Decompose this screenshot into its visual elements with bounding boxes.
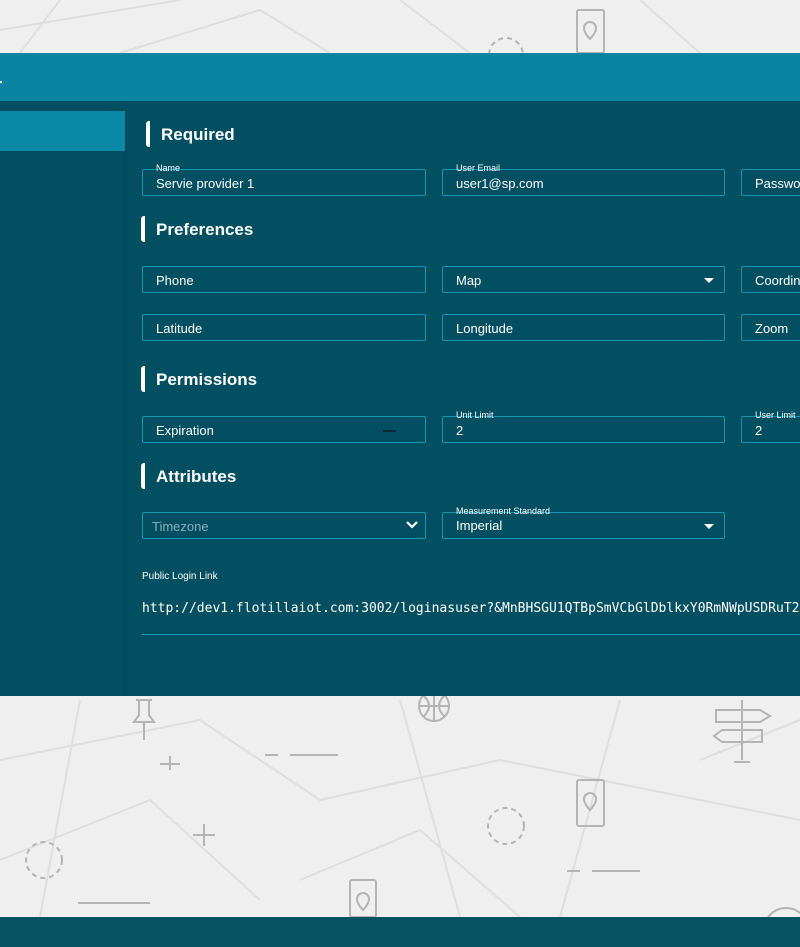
section-marker: [146, 121, 150, 147]
timezone-select[interactable]: Timezone: [142, 512, 426, 539]
dropdown-caret-icon: [704, 278, 714, 283]
name-field[interactable]: Servie provider 1: [142, 169, 426, 196]
expiration-placeholder: Expiration: [156, 423, 214, 438]
public-login-link[interactable]: http://dev1.flotillaiot.com:3002/loginas…: [142, 601, 799, 616]
longitude-placeholder: Longitude: [456, 321, 514, 336]
unit-limit-field[interactable]: 2: [442, 416, 725, 443]
form-content: Required Servie provider 1 Name user1@sp…: [126, 101, 800, 696]
app-header-bar: [0, 53, 800, 101]
zoom-placeholder: Zoom: [755, 321, 789, 336]
footer-bar: [0, 917, 800, 947]
password-field[interactable]: Passwor: [741, 169, 800, 196]
map-select[interactable]: Map: [442, 266, 725, 293]
phone-placeholder: Phone: [156, 273, 194, 288]
section-title: Attributes: [156, 467, 237, 486]
sidebar: [0, 101, 126, 696]
edit-provider-panel: Required Servie provider 1 Name user1@sp…: [0, 101, 800, 696]
user-limit-label: User Limit: [755, 410, 796, 420]
public-login-link-label: Public Login Link: [142, 571, 218, 582]
user-email-field[interactable]: user1@sp.com: [442, 169, 725, 196]
name-value: Servie provider 1: [156, 176, 255, 191]
user-email-value: user1@sp.com: [456, 176, 544, 191]
header-mark: [0, 81, 2, 83]
dropdown-caret-icon: [704, 524, 714, 529]
measurement-standard-select[interactable]: Imperial: [442, 512, 725, 539]
user-limit-field[interactable]: 2: [741, 416, 800, 443]
section-title: Required: [161, 125, 235, 144]
expiration-field[interactable]: Expiration: [142, 416, 426, 443]
unit-limit-label: Unit Limit: [456, 410, 494, 420]
measurement-standard-value: Imperial: [456, 518, 503, 533]
map-placeholder: Map: [456, 273, 482, 288]
unit-limit-value: 2: [456, 423, 464, 438]
coordinates-field[interactable]: Coordina: [741, 266, 800, 293]
user-email-label: User Email: [456, 163, 501, 173]
zoom-field[interactable]: Zoom: [741, 314, 800, 341]
latitude-field[interactable]: Latitude: [142, 314, 426, 341]
signpost-icon: [712, 700, 772, 763]
coordinates-placeholder: Coordina: [755, 273, 800, 288]
section-title: Permissions: [156, 370, 258, 389]
sidebar-item-active[interactable]: [0, 111, 125, 151]
section-marker: [141, 366, 145, 392]
pushpin-icon: [132, 699, 156, 740]
timezone-placeholder: Timezone: [152, 519, 209, 534]
name-label: Name: [156, 163, 181, 173]
phone-field[interactable]: Phone: [142, 266, 426, 293]
link-underline: [142, 634, 800, 635]
user-limit-value: 2: [755, 423, 763, 438]
latitude-placeholder: Latitude: [156, 321, 203, 336]
chevron-down-icon: [406, 521, 418, 529]
section-marker: [141, 216, 145, 242]
section-marker: [141, 463, 145, 489]
measurement-standard-label: Measurement Standard: [456, 506, 551, 516]
section-title: Preferences: [156, 220, 254, 239]
clear-date-icon[interactable]: [383, 430, 396, 432]
password-placeholder: Passwor: [755, 176, 800, 191]
longitude-field[interactable]: Longitude: [442, 314, 725, 341]
